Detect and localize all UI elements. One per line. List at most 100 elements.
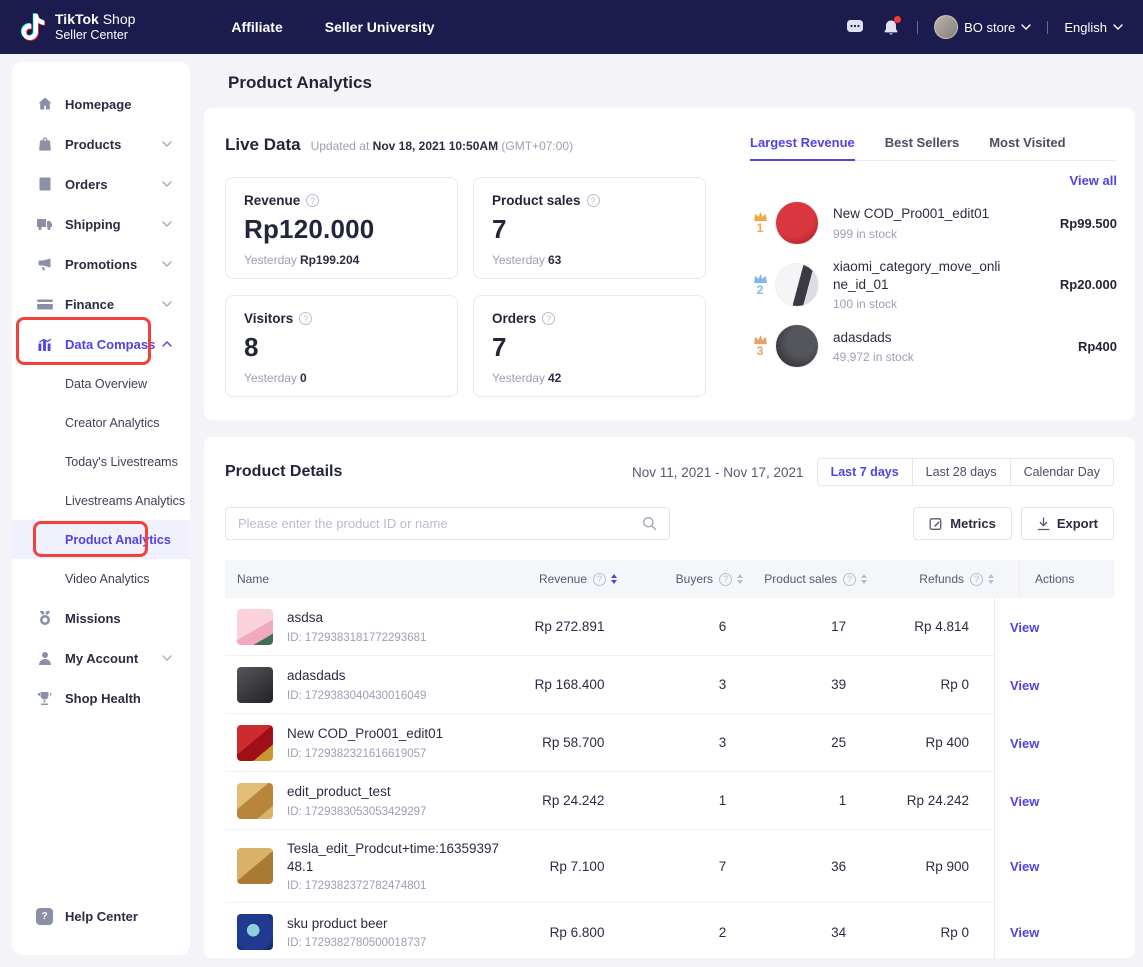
chevron-down-icon (162, 141, 172, 147)
product-price: Rp99.500 (1060, 216, 1117, 231)
sidebar-item-promotions[interactable]: Promotions (12, 244, 190, 284)
help-circle-icon[interactable]: ? (306, 194, 319, 207)
help-circle-icon[interactable]: ? (542, 312, 555, 325)
help-center-link[interactable]: ? Help Center (12, 908, 190, 925)
sidebar-item-data-compass[interactable]: Data Compass (12, 324, 190, 364)
nav-link-seller-university[interactable]: Seller University (325, 19, 435, 35)
sidebar-item-finance[interactable]: Finance (12, 284, 190, 324)
product-sales-cell: 25 (726, 735, 846, 750)
nav-right: BO store English (845, 15, 1123, 39)
view-link[interactable]: View (1010, 620, 1039, 635)
search-icon[interactable] (642, 516, 657, 531)
export-button[interactable]: Export (1021, 507, 1114, 540)
live-data-title: Live Data (225, 135, 301, 155)
product-image (775, 324, 819, 368)
yesterday-value: 63 (548, 253, 561, 267)
help-center-label: Help Center (65, 909, 138, 924)
ranking-item[interactable]: 3 adasdads 49,972 in stock Rp400 (750, 324, 1117, 368)
buyers-cell: 6 (604, 619, 726, 634)
ranking-item[interactable]: 2 xiaomi_category_move_online_id_01 100 … (750, 258, 1117, 311)
download-icon (1037, 517, 1050, 531)
product-search-input[interactable] (238, 516, 642, 531)
sidebar-item-products[interactable]: Products (12, 124, 190, 164)
chevron-down-icon (1021, 24, 1031, 30)
product-thumbnail (237, 609, 273, 645)
live-updated-text: Updated at Nov 18, 2021 10:50AM (GMT+07:… (311, 139, 574, 153)
rank-number: 1 (757, 221, 764, 235)
stat-value: 7 (492, 214, 687, 245)
product-sales-cell: 39 (726, 677, 846, 692)
buyers-cell: 7 (604, 859, 726, 874)
sidebar-item-orders[interactable]: Orders (12, 164, 190, 204)
notifications-bell-icon[interactable] (881, 17, 901, 37)
table-header-row: Name Revenue ? Buyers ? Product sales ? … (225, 560, 1114, 598)
sidebar-item-homepage[interactable]: Homepage (12, 84, 190, 124)
help-circle-icon[interactable]: ? (719, 573, 732, 586)
sidebar-item-shop-health[interactable]: Shop Health (12, 678, 190, 718)
view-link[interactable]: View (1010, 736, 1039, 751)
sidebar-item-missions[interactable]: Missions (12, 598, 190, 638)
product-thumbnail (237, 667, 273, 703)
ranking-tabs: Largest Revenue Best Sellers Most Visite… (750, 135, 1117, 161)
revenue-cell: Rp 272.891 (503, 619, 605, 634)
ranking-item[interactable]: 1 New COD_Pro001_edit01 999 in stock Rp9… (750, 201, 1117, 245)
export-button-label: Export (1057, 516, 1098, 531)
nav-link-affiliate[interactable]: Affiliate (231, 19, 282, 35)
notification-badge (894, 16, 901, 23)
product-name: Tesla_edit_Prodcut+time:1635939748.1 (287, 840, 503, 875)
sidebar-subitem-video-analytics[interactable]: Video Analytics (12, 559, 190, 598)
sidebar-item-label: Missions (65, 611, 121, 626)
store-selector[interactable]: BO store (934, 15, 1031, 39)
view-all-link[interactable]: View all (750, 173, 1117, 188)
buyers-cell: 3 (604, 677, 726, 692)
view-link[interactable]: View (1010, 859, 1039, 874)
range-last-28-days-button[interactable]: Last 28 days (912, 459, 1010, 485)
help-circle-icon[interactable]: ? (843, 573, 856, 586)
table-row: asdsaID: 1729383181772293681 Rp 272.891 … (225, 598, 1114, 656)
live-data-card: Live Data Updated at Nov 18, 2021 10:50A… (204, 108, 1135, 420)
top-navbar: TikTok Shop Seller Center Affiliate Sell… (0, 0, 1143, 54)
language-selector[interactable]: English (1064, 20, 1123, 35)
rank-2-crown-icon: 2 (750, 273, 770, 297)
help-circle-icon[interactable]: ? (593, 573, 606, 586)
range-last-7-days-button[interactable]: Last 7 days (818, 459, 912, 485)
ranking-panel: Largest Revenue Best Sellers Most Visite… (750, 135, 1117, 368)
tab-most-visited[interactable]: Most Visited (989, 135, 1065, 150)
sidebar-item-label: Promotions (65, 257, 137, 272)
bar-chart-icon (36, 336, 53, 353)
sidebar-subitem-creator-analytics[interactable]: Creator Analytics (12, 403, 190, 442)
stat-label: Product sales (492, 193, 581, 208)
chat-icon[interactable] (845, 17, 865, 37)
sidebar-item-label: Shop Health (65, 691, 141, 706)
stat-label: Visitors (244, 311, 293, 326)
edit-icon (929, 517, 943, 531)
help-circle-icon[interactable]: ? (970, 573, 983, 586)
product-name: adasdads (287, 667, 426, 685)
product-price: Rp20.000 (1060, 277, 1117, 292)
help-circle-icon[interactable]: ? (299, 312, 312, 325)
revenue-cell: Rp 58.700 (503, 735, 605, 750)
view-link[interactable]: View (1010, 794, 1039, 809)
sort-refunds[interactable] (988, 574, 994, 584)
tab-largest-revenue[interactable]: Largest Revenue (750, 135, 855, 150)
sidebar-item-shipping[interactable]: Shipping (12, 204, 190, 244)
sidebar-subitem-todays-livestreams[interactable]: Today's Livestreams (12, 442, 190, 481)
help-circle-icon[interactable]: ? (587, 194, 600, 207)
rank-1-crown-icon: 1 (750, 211, 770, 235)
table-row: New COD_Pro001_edit01ID: 172938232161661… (225, 714, 1114, 772)
live-stats-grid: Revenue? Rp120.000 YesterdayRp199.204 Pr… (225, 177, 706, 397)
view-link[interactable]: View (1010, 925, 1039, 940)
view-link[interactable]: View (1010, 678, 1039, 693)
sidebar-item-my-account[interactable]: My Account (12, 638, 190, 678)
sidebar-subitem-product-analytics[interactable]: Product Analytics (12, 520, 190, 559)
product-id: ID: 1729382372782474801 (287, 880, 503, 892)
sidebar-subitem-data-overview[interactable]: Data Overview (12, 364, 190, 403)
col-header-product-sales: Product sales (764, 572, 837, 586)
sidebar-subitem-livestreams-analytics[interactable]: Livestreams Analytics (12, 481, 190, 520)
tab-best-sellers[interactable]: Best Sellers (885, 135, 959, 150)
product-search-box (225, 507, 670, 540)
metrics-button[interactable]: Metrics (913, 507, 1012, 540)
range-calendar-day-button[interactable]: Calendar Day (1010, 459, 1113, 485)
tiktok-shop-logo[interactable]: TikTok Shop Seller Center (20, 11, 135, 42)
product-details-title: Product Details (225, 463, 342, 481)
